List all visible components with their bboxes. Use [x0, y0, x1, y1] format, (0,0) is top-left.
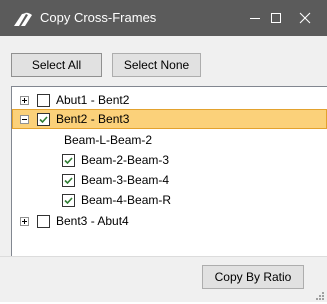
copy-by-ratio-button[interactable]: Copy By Ratio — [202, 265, 304, 289]
checkbox-beam-2-beam-3[interactable] — [62, 154, 75, 167]
select-all-button[interactable]: Select All — [11, 53, 102, 77]
close-button[interactable] — [283, 0, 327, 36]
checkbox-bent3-abut4[interactable] — [37, 215, 50, 228]
checkbox-bent2-bent3[interactable] — [37, 113, 50, 126]
close-icon — [299, 12, 311, 24]
select-none-button[interactable]: Select None — [112, 53, 201, 77]
tree-item-label: Beam-3-Beam-4 — [81, 173, 170, 187]
tree-item-beam-4-beam-r[interactable]: Beam-4-Beam-R — [12, 190, 327, 210]
expand-icon[interactable] — [20, 217, 29, 226]
tree-item-label: Abut1 - Bent2 — [56, 93, 130, 107]
toolbar: Select All Select None — [0, 36, 327, 86]
copy-cross-frames-window: Copy Cross-Frames Select All Select None — [0, 0, 327, 302]
tree-item-label: Beam-4-Beam-R — [81, 193, 172, 207]
window-title: Copy Cross-Frames — [40, 10, 157, 25]
checkbox-abut1-bent2[interactable] — [37, 94, 50, 107]
checkmark-icon — [64, 177, 73, 185]
title-bar[interactable]: Copy Cross-Frames — [0, 0, 327, 36]
tree-item-label: Beam-L-Beam-2 — [64, 133, 153, 147]
tree-item-label: Bent3 - Abut4 — [56, 214, 129, 228]
checkbox-beam-4-beam-r[interactable] — [62, 194, 75, 207]
expand-icon[interactable] — [20, 96, 29, 105]
checkmark-icon — [64, 197, 73, 205]
tree-item-abut1-bent2[interactable]: Abut1 - Bent2 — [12, 90, 327, 110]
tree-item-beam-l-beam-2[interactable]: Beam-L-Beam-2 — [12, 130, 327, 150]
tree-item-bent2-bent3[interactable]: Bent2 - Bent3 — [12, 109, 327, 129]
cross-frames-tree[interactable]: Abut1 - Bent2 Bent2 - Bent3 Beam-L-Beam-… — [11, 86, 327, 256]
checkmark-icon — [64, 157, 73, 165]
maximize-icon — [271, 13, 281, 23]
collapse-icon[interactable] — [20, 115, 29, 124]
resize-grip-icon[interactable] — [315, 290, 325, 300]
tree-item-label: Bent2 - Bent3 — [56, 112, 130, 126]
tree-item-beam-2-beam-3[interactable]: Beam-2-Beam-3 — [12, 150, 327, 170]
checkmark-icon — [39, 116, 48, 124]
footer: Copy By Ratio — [0, 256, 327, 302]
checkbox-beam-3-beam-4[interactable] — [62, 174, 75, 187]
tree-item-beam-3-beam-4[interactable]: Beam-3-Beam-4 — [12, 170, 327, 190]
tree-item-label: Beam-2-Beam-3 — [81, 153, 170, 167]
tree-item-bent3-abut4[interactable]: Bent3 - Abut4 — [12, 211, 327, 231]
app-logo-icon — [13, 11, 33, 27]
